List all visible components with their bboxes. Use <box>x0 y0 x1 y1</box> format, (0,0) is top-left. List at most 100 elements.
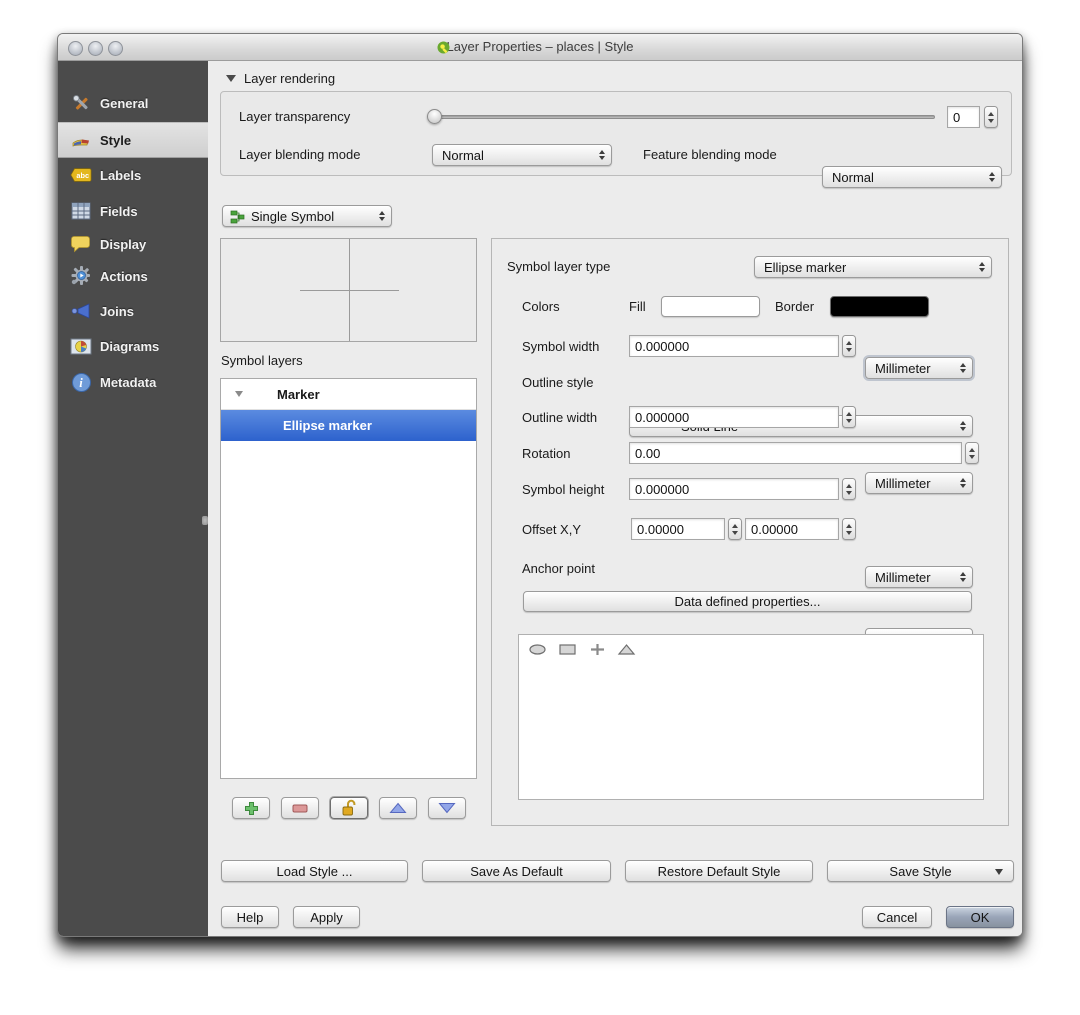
tree-selected-label: Ellipse marker <box>283 418 372 433</box>
move-layer-up-button[interactable] <box>379 797 417 819</box>
sidebar: General Style abc Labels Fields Display … <box>58 61 208 936</box>
offset-y-stepper[interactable] <box>842 518 856 540</box>
transparency-stepper[interactable] <box>984 106 998 128</box>
sidebar-item-label: Joins <box>100 303 134 319</box>
triangle-shape-option[interactable] <box>617 643 636 656</box>
down-triangle-icon <box>438 803 456 814</box>
minus-icon <box>292 804 308 812</box>
save-as-default-button[interactable]: Save As Default <box>422 860 611 882</box>
info-icon: i <box>70 371 92 393</box>
sidebar-item-joins[interactable]: Joins <box>58 294 208 328</box>
up-triangle-icon <box>389 802 407 813</box>
feature-blending-popup[interactable]: Normal <box>822 166 1002 188</box>
sidebar-item-diagrams[interactable]: Diagrams <box>58 329 208 363</box>
sidebar-item-metadata[interactable]: i Metadata <box>58 365 208 399</box>
help-button[interactable]: Help <box>221 906 279 928</box>
gear-icon <box>70 265 92 287</box>
qgis-logo-icon <box>437 41 450 54</box>
tree-selected-row[interactable]: Ellipse marker <box>221 410 476 441</box>
symbol-height-unit-popup[interactable]: Millimeter <box>865 566 973 588</box>
sidebar-item-display[interactable]: Display <box>58 227 208 261</box>
load-style-button[interactable]: Load Style ... <box>221 860 408 882</box>
tree-group-row[interactable]: Marker <box>221 379 476 410</box>
symbol-width-stepper[interactable] <box>842 335 856 357</box>
sidebar-item-general[interactable]: General <box>58 86 208 120</box>
offset-y-field[interactable]: 0.00000 <box>745 518 839 540</box>
join-arrow-icon <box>70 300 92 322</box>
symbol-layer-type-label: Symbol layer type <box>507 259 611 274</box>
layer-rendering-header: Layer rendering <box>244 71 336 86</box>
rectangle-shape-option[interactable] <box>558 643 577 656</box>
offset-x-stepper[interactable] <box>728 518 742 540</box>
transparency-value-field[interactable]: 0 <box>947 106 980 128</box>
sidebar-item-actions[interactable]: Actions <box>58 259 208 293</box>
symbol-layer-type-popup[interactable]: Ellipse marker <box>754 256 992 278</box>
lock-symbol-layer-button[interactable] <box>330 797 368 819</box>
renderer-popup[interactable]: Single Symbol <box>222 205 392 227</box>
layer-blending-popup[interactable]: Normal <box>432 144 612 166</box>
data-defined-properties-button[interactable]: Data defined properties... <box>523 591 972 612</box>
sidebar-item-fields[interactable]: Fields <box>58 194 208 228</box>
svg-text:abc: abc <box>76 171 89 180</box>
table-icon <box>70 200 92 222</box>
lock-open-icon <box>342 799 356 816</box>
rotation-field[interactable]: 0.00 <box>629 442 962 464</box>
border-color-button[interactable] <box>830 296 929 317</box>
screenshot-canvas: Layer Properties – places | Style Genera… <box>0 0 1080 1015</box>
outline-width-label: Outline width <box>522 410 598 425</box>
title-bar[interactable]: Layer Properties – places | Style <box>58 34 1022 61</box>
layer-transparency-label: Layer transparency <box>239 109 351 124</box>
offset-x-field[interactable]: 0.00000 <box>631 518 725 540</box>
save-style-button[interactable]: Save Style <box>827 860 1014 882</box>
ok-button[interactable]: OK <box>946 906 1014 928</box>
move-layer-down-button[interactable] <box>428 797 466 819</box>
abc-tag-icon: abc <box>70 164 92 186</box>
tools-icon <box>70 92 92 114</box>
colors-label: Colors <box>522 299 560 314</box>
sidebar-item-style[interactable]: Style <box>58 122 208 158</box>
rotation-stepper[interactable] <box>965 442 979 464</box>
sidebar-item-label: Actions <box>100 268 148 284</box>
layer-rendering-group: Layer transparency 0 Layer blending mode… <box>220 91 1012 188</box>
fill-label: Fill <box>629 299 646 314</box>
feature-blending-label: Feature blending mode <box>643 147 777 162</box>
cross-shape-option[interactable] <box>588 643 607 656</box>
symbol-layer-properties-panel: Symbol layer type Ellipse marker Colors … <box>491 238 1009 826</box>
sidebar-item-label: Diagrams <box>100 338 160 354</box>
symbol-height-stepper[interactable] <box>842 478 856 500</box>
sidebar-item-labels[interactable]: abc Labels <box>58 158 208 192</box>
single-symbol-icon <box>230 210 245 224</box>
ellipse-shape-option[interactable] <box>528 643 547 656</box>
outline-width-field[interactable]: 0.000000 <box>629 406 839 428</box>
outline-width-stepper[interactable] <box>842 406 856 428</box>
symbol-height-field[interactable]: 0.000000 <box>629 478 839 500</box>
symbol-width-unit-popup[interactable]: Millimeter <box>865 357 973 379</box>
window-title: Layer Properties – places | Style <box>58 39 1022 54</box>
fill-color-button[interactable] <box>661 296 760 317</box>
preview-horizontal-line <box>300 290 399 291</box>
speech-bubble-icon <box>70 233 92 255</box>
transparency-slider-handle[interactable] <box>427 109 442 124</box>
shape-list <box>518 634 984 800</box>
layer-properties-window: Layer Properties – places | Style Genera… <box>57 33 1023 937</box>
symbol-width-label: Symbol width <box>522 339 600 354</box>
symbol-width-field[interactable]: 0.000000 <box>629 335 839 357</box>
tree-expand-icon[interactable] <box>235 391 243 397</box>
remove-symbol-layer-button[interactable] <box>281 797 319 819</box>
symbol-layers-tree: Marker Ellipse marker <box>220 378 477 779</box>
border-label: Border <box>775 299 815 314</box>
layer-blending-label: Layer blending mode <box>239 147 361 162</box>
collapse-triangle-icon[interactable] <box>226 75 236 82</box>
tree-group-label: Marker <box>277 386 320 402</box>
cancel-button[interactable]: Cancel <box>862 906 932 928</box>
dropdown-arrow-icon <box>995 869 1003 875</box>
add-symbol-layer-button[interactable] <box>232 797 270 819</box>
restore-default-style-button[interactable]: Restore Default Style <box>625 860 813 882</box>
apply-button[interactable]: Apply <box>293 906 360 928</box>
symbol-height-label: Symbol height <box>522 482 605 497</box>
outline-width-unit-popup[interactable]: Millimeter <box>865 472 973 494</box>
sidebar-item-label: Fields <box>100 203 138 219</box>
sidebar-item-label: Style <box>100 132 132 148</box>
plus-icon <box>244 801 258 815</box>
transparency-slider-track[interactable] <box>432 115 935 119</box>
